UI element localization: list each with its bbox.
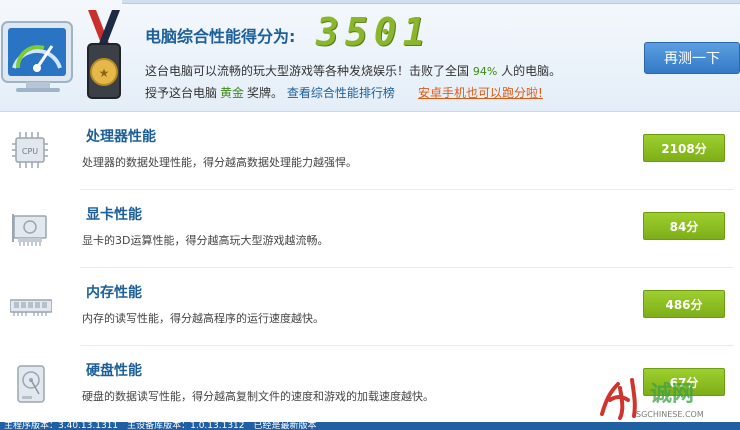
svg-text:★: ★ xyxy=(99,66,110,80)
award-suffix: 奖牌。 xyxy=(247,86,284,100)
award-line: 授予这台电脑 黄金 奖牌。 查看综合性能排行榜 xyxy=(145,84,395,101)
memory-icon xyxy=(10,299,52,316)
row-title: 显卡性能 xyxy=(86,207,142,223)
row-title: 内存性能 xyxy=(86,285,142,301)
list-item-graphics: 显卡性能 显卡的3D运算性能，得分越高玩大型游戏越流畅。 84分 xyxy=(0,190,740,268)
score-badge: 2108分 xyxy=(643,134,725,162)
row-title: 硬盘性能 xyxy=(86,363,142,379)
watermark-subtext: SGCHINESE.COM xyxy=(636,410,704,419)
gold-medal-icon: ★ xyxy=(87,10,121,99)
ranking-link[interactable]: 查看综合性能排行榜 xyxy=(287,86,395,100)
score-badge: 486分 xyxy=(643,290,725,318)
page-title: 电脑综合性能得分为: xyxy=(145,27,296,46)
row-title: 处理器性能 xyxy=(86,129,156,145)
svg-text:CPU: CPU xyxy=(22,147,38,156)
status-bar: 主程序版本：3.40.13.1311 主设备库版本：1.0.13.1312 已经… xyxy=(0,422,740,430)
list-item-memory: 内存性能 内存的读写性能，得分越高程序的运行速度越快。 486分 xyxy=(0,268,740,346)
total-score: 3501 xyxy=(316,10,432,54)
graphics-card-icon xyxy=(12,214,47,246)
speedometer-icon xyxy=(1,21,73,92)
award-prefix: 授予这台电脑 xyxy=(145,86,218,100)
watermark-text: 诚网 xyxy=(650,382,695,407)
desc-suffix: 人的电脑。 xyxy=(501,64,562,78)
top-strip xyxy=(122,0,740,4)
hard-disk-icon xyxy=(17,365,45,403)
score-description: 这台电脑可以流畅的玩大型游戏等各种发烧娱乐！击败了全国 94% 人的电脑。 xyxy=(145,62,561,79)
row-description: 硬盘的数据读写性能，得分越高复制文件的速度和游戏的加载速度越快。 xyxy=(82,390,434,403)
award-level: 黄金 xyxy=(220,86,245,100)
row-description: 内存的读写性能，得分越高程序的运行速度越快。 xyxy=(82,312,324,325)
row-description: 处理器的数据处理性能，得分越高数据处理能力越强悍。 xyxy=(82,156,357,169)
android-link[interactable]: 安卓手机也可以跑分啦! xyxy=(418,84,543,101)
score-badge: 84分 xyxy=(643,212,725,240)
beat-percent: 94% xyxy=(472,65,498,78)
score-header: ★ 电脑综合性能得分为: 3501 这台电脑可以流畅的玩大型游戏等各种发烧娱乐！… xyxy=(0,0,740,112)
row-description: 显卡的3D运算性能，得分越高玩大型游戏越流畅。 xyxy=(82,234,329,247)
list-item-cpu: CPU 处理器性能 处理器的数据处理性能，得分越高数据处理能力越强悍。 2108… xyxy=(0,112,740,190)
cpu-icon: CPU xyxy=(12,132,48,168)
retest-button[interactable]: 再测一下 xyxy=(644,42,740,74)
desc-prefix: 这台电脑可以流畅的玩大型游戏等各种发烧娱乐！击败了全国 xyxy=(145,64,470,78)
